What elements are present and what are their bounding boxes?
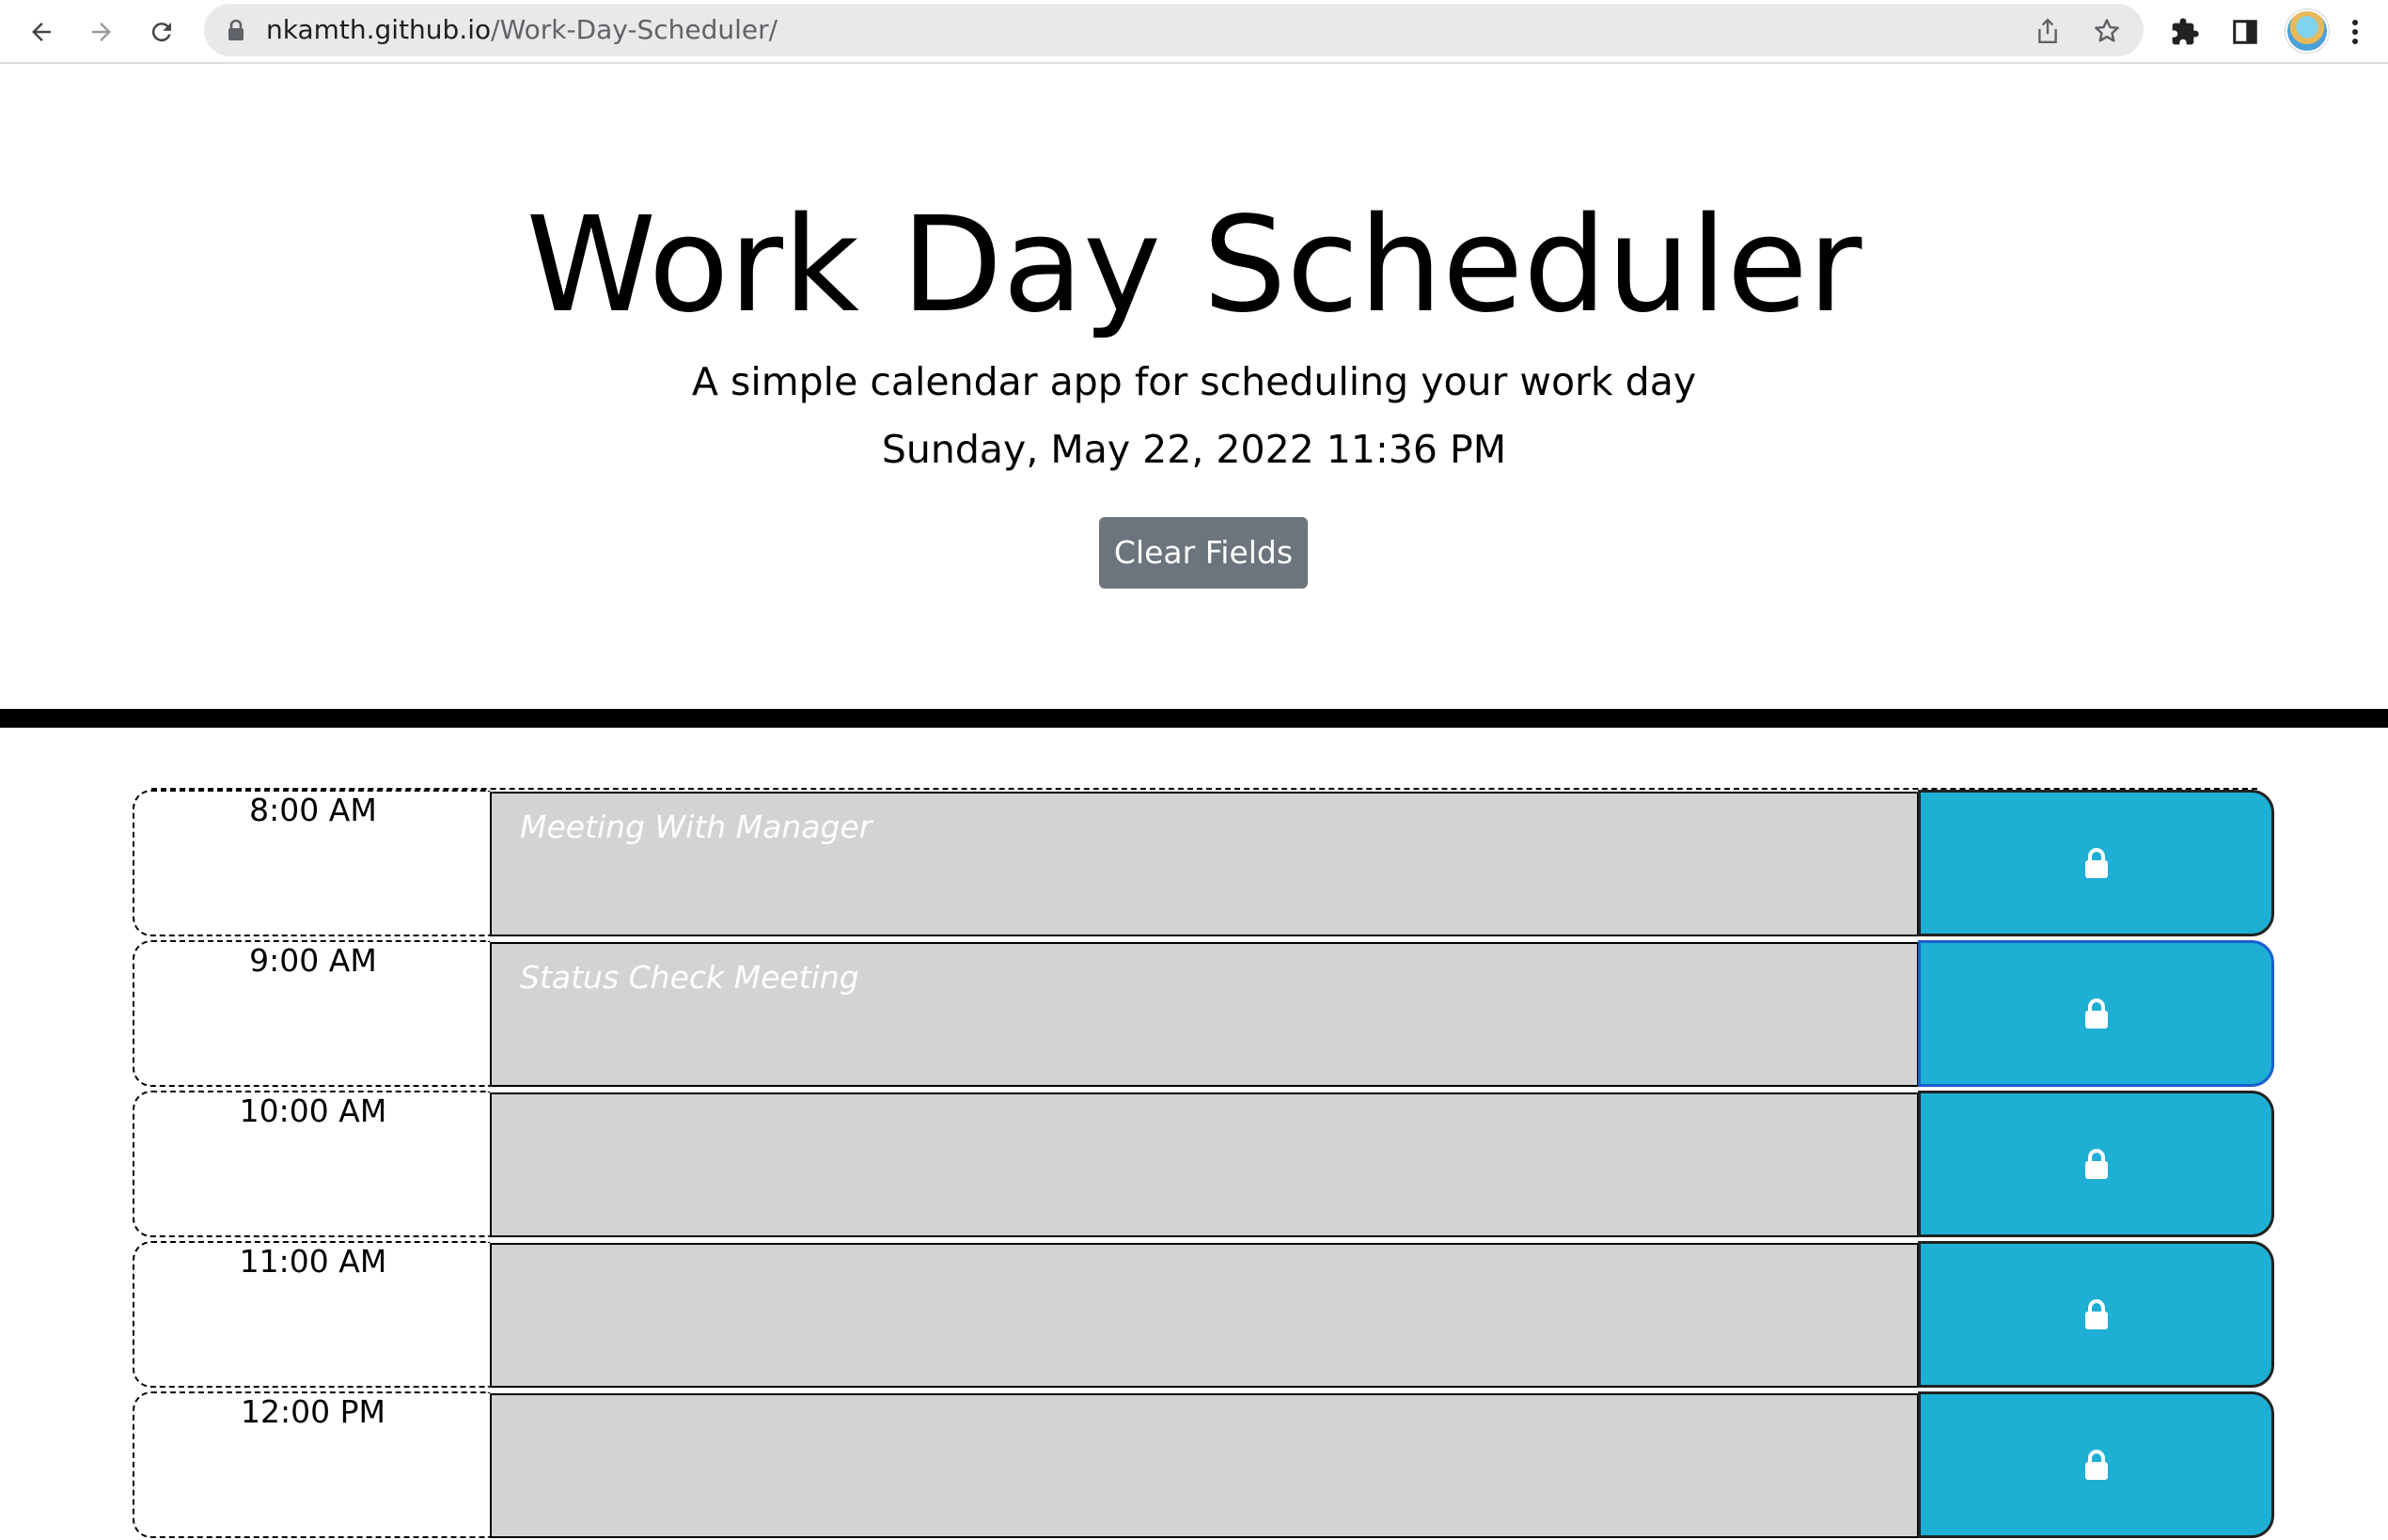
lock-icon[interactable] xyxy=(227,19,245,45)
hour-cell: 12:00 PM xyxy=(133,1391,490,1538)
lock-icon xyxy=(2084,1450,2108,1480)
hour-label: 12:00 PM xyxy=(241,1393,385,1430)
browser-toolbar: nkamth.github.io/Work-Day-Scheduler/ xyxy=(0,0,2388,64)
event-description-input[interactable] xyxy=(490,1243,1919,1388)
time-block-row: 12:00 PM xyxy=(133,1390,2274,1540)
event-description-input[interactable] xyxy=(490,1393,1919,1538)
time-block-row: 9:00 AM Status Check Meeting xyxy=(133,938,2274,1089)
clear-fields-button[interactable]: Clear Fields xyxy=(1099,517,1308,589)
current-day: Sunday, May 22, 2022 11:36 PM xyxy=(881,427,1507,472)
lock-icon xyxy=(2084,998,2108,1029)
time-block-row: 8:00 AM Meeting With Manager xyxy=(133,788,2274,938)
header-divider xyxy=(0,709,2388,728)
event-description-input[interactable] xyxy=(490,1092,1919,1237)
profile-avatar[interactable] xyxy=(2286,9,2329,53)
header: Work Day Scheduler A simple calendar app… xyxy=(0,66,2388,711)
lock-icon xyxy=(2084,848,2108,878)
lock-icon xyxy=(2084,1299,2108,1329)
hour-cell: 8:00 AM xyxy=(133,790,490,936)
lock-icon xyxy=(2084,1149,2108,1179)
time-block-row: 10:00 AM xyxy=(133,1089,2274,1239)
time-block-row: 11:00 AM xyxy=(133,1239,2274,1390)
url-domain: nkamth.github.io xyxy=(266,14,492,45)
address-bar[interactable]: nkamth.github.io/Work-Day-Scheduler/ xyxy=(204,4,2144,56)
url-text[interactable]: nkamth.github.io/Work-Day-Scheduler/ xyxy=(266,4,778,56)
url-path: /Work-Day-Scheduler/ xyxy=(491,14,778,45)
extensions-icon[interactable] xyxy=(2164,11,2206,53)
hour-cell: 10:00 AM xyxy=(133,1091,490,1237)
hour-label: 9:00 AM xyxy=(249,942,377,979)
save-button[interactable] xyxy=(1918,1391,2274,1538)
time-block-container: 8:00 AM Meeting With Manager 9:00 AM Sta… xyxy=(133,788,2274,1540)
more-menu-icon[interactable] xyxy=(2341,11,2369,53)
reload-icon[interactable] xyxy=(141,11,182,53)
event-description-input[interactable]: Status Check Meeting xyxy=(490,942,1919,1087)
hour-cell: 11:00 AM xyxy=(133,1241,490,1388)
save-button[interactable] xyxy=(1918,940,2274,1087)
save-button[interactable] xyxy=(1918,1091,2274,1237)
side-panel-icon[interactable] xyxy=(2224,11,2266,53)
save-button[interactable] xyxy=(1918,790,2274,936)
save-button[interactable] xyxy=(1918,1241,2274,1388)
hour-label: 11:00 AM xyxy=(239,1243,387,1280)
bookmark-star-icon[interactable] xyxy=(2093,17,2121,45)
hour-label: 10:00 AM xyxy=(239,1092,387,1129)
hour-label: 8:00 AM xyxy=(249,792,377,828)
share-icon[interactable] xyxy=(2034,17,2062,45)
lead-text: A simple calendar app for scheduling you… xyxy=(691,359,1697,404)
hour-cell: 9:00 AM xyxy=(133,940,490,1087)
event-description-input[interactable]: Meeting With Manager xyxy=(490,792,1919,936)
forward-icon[interactable] xyxy=(81,11,122,53)
page-title: Work Day Scheduler xyxy=(526,189,1862,342)
back-icon[interactable] xyxy=(21,11,62,53)
